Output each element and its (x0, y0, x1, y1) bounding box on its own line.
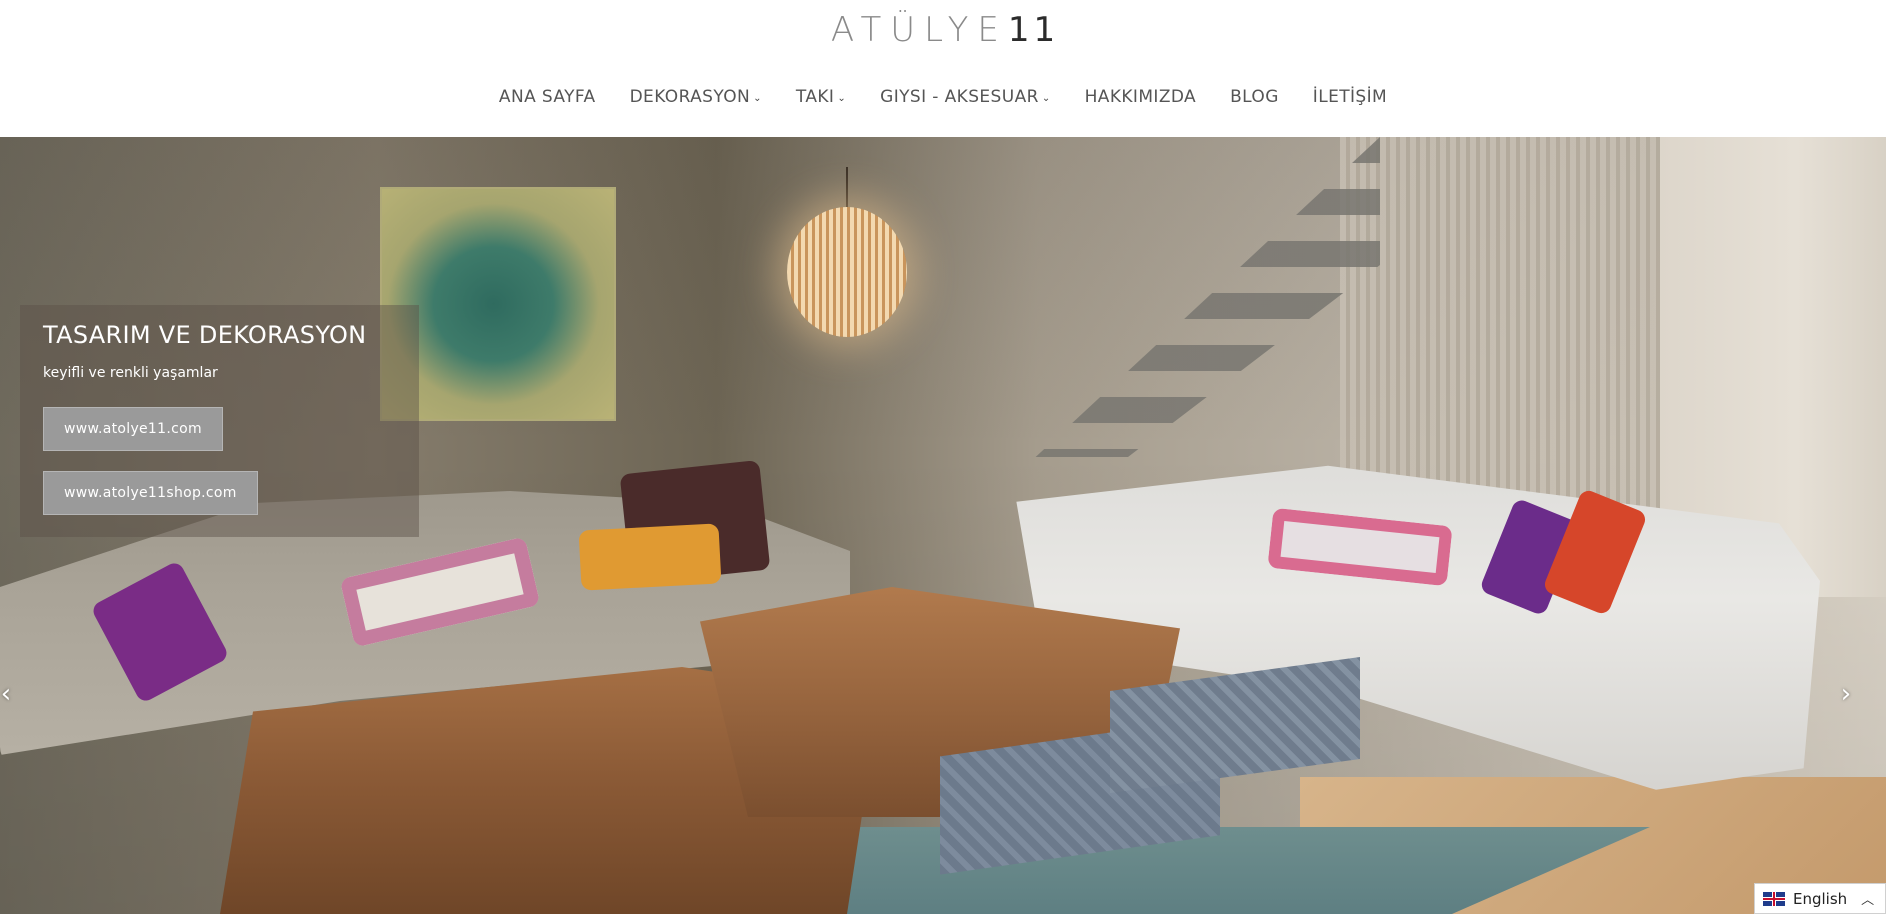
chevron-down-icon: ⌄ (837, 92, 847, 104)
chevron-down-icon: ⌄ (753, 92, 762, 104)
nav-item-ana-sayfa[interactable]: ANA SAYFA (499, 87, 596, 107)
nav-label: BLOG (1230, 87, 1279, 107)
nav-label: TAKI (795, 87, 835, 107)
atolye11shop-link-button[interactable]: www.atolye11shop.com (43, 471, 258, 515)
chevron-down-icon: ⌄ (1041, 92, 1051, 104)
nav-label: HAKKIMIZDA (1084, 87, 1197, 107)
chevron-right-icon[interactable]: › (1834, 679, 1858, 709)
language-switcher[interactable]: English ︿ (1754, 883, 1886, 914)
nav-label: DEKORASYON (629, 87, 751, 107)
logo-number: 11 (1007, 10, 1060, 50)
atolye11-link-button[interactable]: www.atolye11.com (43, 407, 223, 451)
nav-label: GIYSI - AKSESUAR (880, 87, 1039, 107)
hero-bg-pillow (578, 523, 722, 591)
nav-item-dekorasyon[interactable]: DEKORASYON ⌄ (630, 87, 762, 107)
nav-label: İLETİŞİM (1312, 87, 1388, 107)
lamp-cord (846, 167, 848, 207)
flag-stripe (1773, 891, 1775, 906)
slide-caption: TASARIM VE DEKORASYON keyifli ve renkli … (20, 305, 419, 537)
hero-bg-staircase (1035, 137, 1380, 457)
main-nav: ANA SAYFA DEKORASYON ⌄ TAKI ⌄ GIYSI - AK… (0, 80, 1886, 114)
nav-item-iletisim[interactable]: İLETİŞİM (1313, 87, 1387, 107)
hero-slider: TASARIM VE DEKORASYON keyifli ve renkli … (0, 137, 1886, 914)
site-header: ATÜLYE 11 ANA SAYFA DEKORASYON ⌄ TAKI ⌄ G… (0, 0, 1886, 138)
nav-item-hakkimizda[interactable]: HAKKIMIZDA (1085, 87, 1196, 107)
uk-flag-icon (1763, 891, 1785, 906)
hero-bg-pendant-lamp (787, 167, 907, 367)
nav-item-giysi-aksesuar[interactable]: GIYSI - AKSESUAR ⌄ (880, 87, 1050, 107)
chevron-left-icon[interactable]: ‹ (0, 679, 18, 709)
slide-title: TASARIM VE DEKORASYON (43, 321, 367, 349)
site-logo[interactable]: ATÜLYE 11 (820, 8, 1070, 52)
nav-item-blog[interactable]: BLOG (1230, 87, 1279, 107)
chevron-up-icon: ︿ (1861, 893, 1875, 908)
nav-item-taki[interactable]: TAKI ⌄ (796, 87, 846, 107)
language-label: English (1793, 889, 1848, 908)
nav-label: ANA SAYFA (498, 87, 596, 107)
logo-text: ATÜLYE (830, 10, 1008, 50)
slide-subtitle: keyifli ve renkli yaşamlar (43, 365, 218, 381)
lamp-globe (787, 207, 907, 337)
